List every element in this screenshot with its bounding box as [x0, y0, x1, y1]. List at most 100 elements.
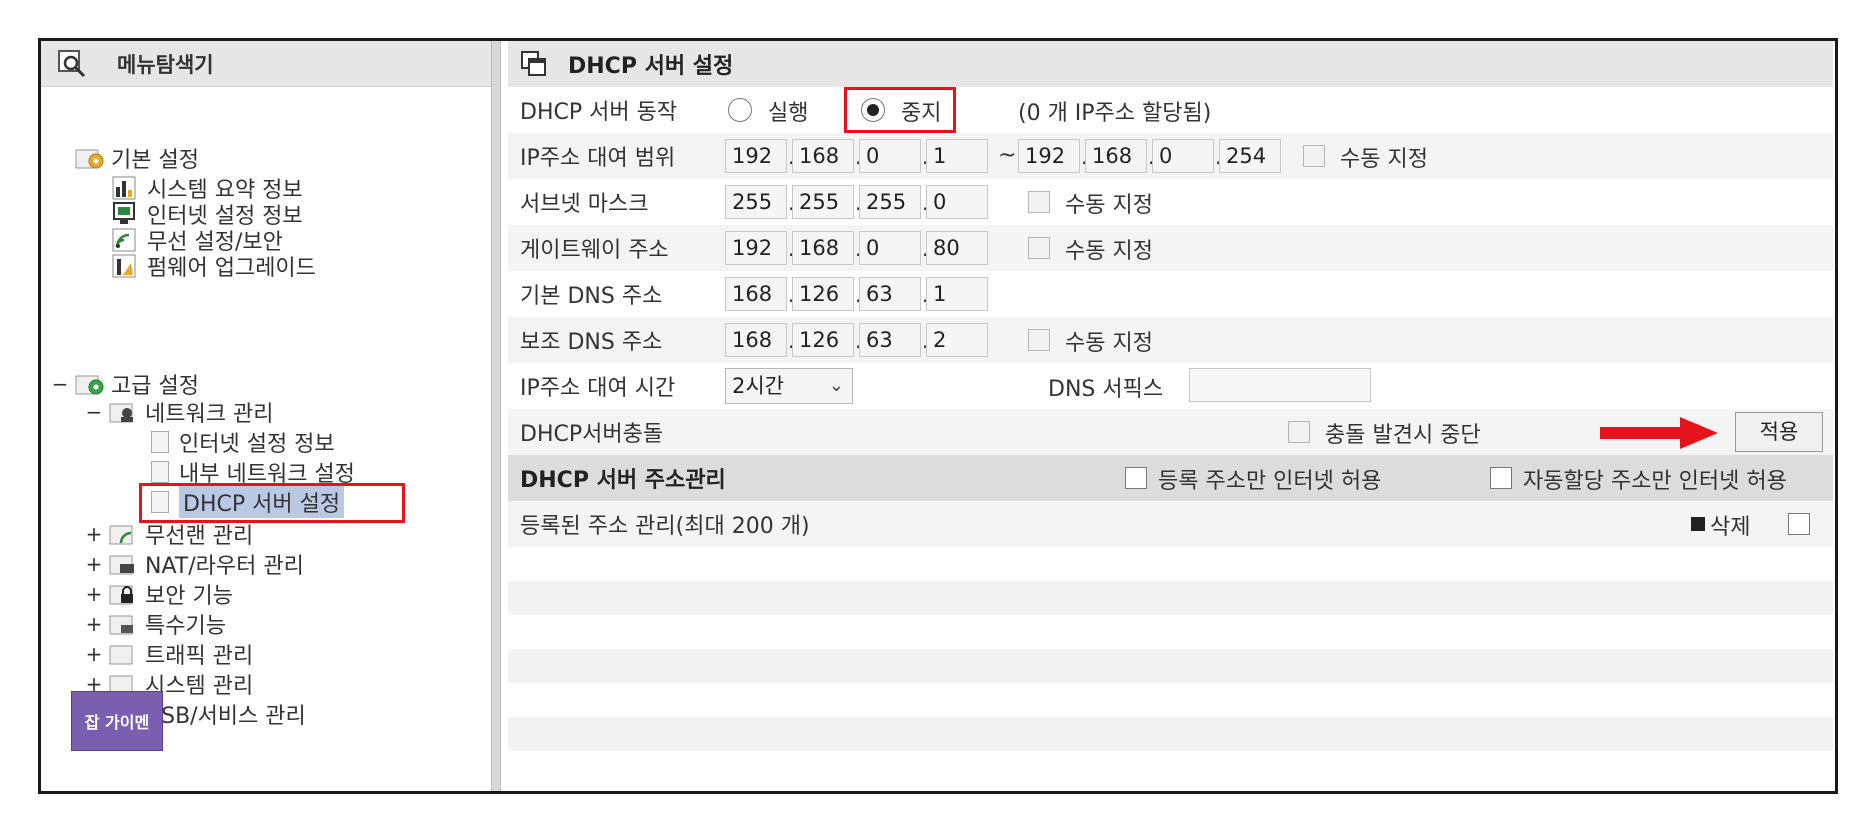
tree-basic-settings[interactable]: 기본 설정 [75, 143, 199, 173]
row-dhcp-conflict: DHCP서버충돌 충돌 발견시 중단 적용 [508, 409, 1833, 455]
list-item [508, 615, 1833, 649]
range-end-octet2[interactable]: 168 [1085, 139, 1147, 173]
tools-folder-icon [109, 615, 133, 635]
wireless-folder-icon [109, 525, 133, 545]
tree-firmware-upgrade[interactable]: 펌웨어 업그레이드 [111, 251, 316, 281]
menu-explorer-title: 메뉴탐색기 [117, 52, 214, 77]
expand-toggle[interactable]: + [85, 612, 103, 636]
page-title: DHCP 서버 설정 [568, 54, 734, 79]
tree-security[interactable]: + 보안 기능 [85, 579, 233, 609]
registered-only-checkbox[interactable] [1125, 467, 1147, 489]
range-end-octet3[interactable]: 0 [1152, 139, 1214, 173]
apply-button[interactable]: 적용 [1735, 412, 1823, 452]
gateway-octet1[interactable]: 192 [725, 231, 787, 265]
dns2-manual-label: 수동 지정 [1065, 331, 1153, 356]
registered-only-label: 등록 주소만 인터넷 허용 [1158, 469, 1382, 494]
dns1-octet2[interactable]: 126 [792, 277, 854, 311]
range-separator: ~ [998, 143, 1017, 168]
range-manual-checkbox[interactable] [1303, 145, 1325, 167]
gateway-octet3[interactable]: 0 [859, 231, 921, 265]
delete-all-checkbox[interactable] [1788, 513, 1810, 535]
conflict-stop-checkbox[interactable] [1288, 421, 1310, 443]
folder-settings-icon [75, 149, 104, 169]
subnet-manual-label: 수동 지정 [1065, 193, 1153, 218]
wireless-icon [112, 228, 136, 252]
dns-suffix-input[interactable] [1189, 368, 1371, 402]
dns2-manual-checkbox[interactable] [1028, 329, 1050, 351]
chart-icon [112, 176, 136, 200]
dns2-octet2[interactable]: 126 [792, 323, 854, 357]
gateway-octet2[interactable]: 168 [792, 231, 854, 265]
highlight-box [844, 87, 956, 133]
auto-only-label: 자동할당 주소만 인터넷 허용 [1523, 469, 1787, 494]
list-item [508, 717, 1833, 751]
delete-label: 삭제 [1710, 515, 1751, 540]
page-icon [151, 461, 169, 483]
radio-run[interactable] [728, 98, 752, 122]
radio-run-label: 실행 [768, 101, 809, 126]
row-gateway: 게이트웨이 주소 192 . 168 . 0 . 80 수동 지정 [508, 225, 1833, 271]
dns2-octet4[interactable]: 2 [926, 323, 988, 357]
monitor-icon [113, 202, 135, 224]
row-lease-time: IP주소 대여 시간 2시간 ⌄ DNS 서픽스 [508, 363, 1833, 409]
range-start-octet4[interactable]: 1 [926, 139, 988, 173]
row-lease-range: IP주소 대여 범위 192 . 168 . 0 . 1 ~ 192 . 168… [508, 133, 1833, 179]
collapse-toggle[interactable]: − [85, 400, 103, 424]
tree-internet-settings[interactable]: 인터넷 설정 정보 [151, 427, 335, 457]
row-secondary-dns: 보조 DNS 주소 168 . 126 . 63 . 2 수동 지정 [508, 317, 1833, 363]
tree-advanced-settings[interactable]: − 고급 설정 [51, 369, 199, 399]
window-icon [521, 51, 546, 76]
conflict-stop-label: 충돌 발견시 중단 [1325, 423, 1481, 448]
router-folder-icon [109, 555, 134, 575]
gateway-octet4[interactable]: 80 [926, 231, 988, 265]
tree-wireless-lan[interactable]: + 무선랜 관리 [85, 519, 254, 549]
red-arrow-icon [1600, 417, 1718, 449]
dns1-octet3[interactable]: 63 [859, 277, 921, 311]
dns2-octet1[interactable]: 168 [725, 323, 787, 357]
router-admin-window: 메뉴탐색기 기본 설정 시스템 요약 정보 인터넷 설정 정보 무선 설정/보안… [38, 38, 1838, 794]
range-manual-label: 수동 지정 [1340, 147, 1428, 172]
dns1-octet4[interactable]: 1 [926, 277, 988, 311]
collapse-toggle[interactable]: − [51, 372, 69, 396]
watermark-logo: 잡 가이멘 [71, 691, 163, 751]
dhcp-settings-panel: DHCP 서버 설정 DHCP 서버 동작 실행 중지 (0 개 IP주소 할당… [508, 41, 1833, 791]
subnet-octet1[interactable]: 255 [725, 185, 787, 219]
lease-status: (0 개 IP주소 할당됨) [1018, 101, 1212, 126]
delete-icon [1691, 517, 1705, 531]
lease-time-select[interactable]: 2시간 ⌄ [725, 368, 853, 404]
tree-network-management[interactable]: − 네트워크 관리 [85, 397, 274, 427]
dns-suffix-label: DNS 서픽스 [1048, 377, 1164, 402]
list-item [508, 649, 1833, 683]
lock-folder-icon [109, 585, 133, 605]
subnet-octet4[interactable]: 0 [926, 185, 988, 219]
firmware-icon [112, 254, 136, 278]
row-subnet-mask: 서브넷 마스크 255 . 255 . 255 . 0 수동 지정 [508, 179, 1833, 225]
highlight-box [139, 483, 405, 523]
auto-only-checkbox[interactable] [1490, 467, 1512, 489]
gateway-manual-checkbox[interactable] [1028, 237, 1050, 259]
range-start-octet2[interactable]: 168 [792, 139, 854, 173]
tree-special-functions[interactable]: + 특수기능 [85, 609, 226, 639]
tree-nat-router[interactable]: + NAT/라우터 관리 [85, 549, 304, 579]
pane-splitter[interactable] [491, 41, 501, 791]
range-end-octet4[interactable]: 254 [1219, 139, 1281, 173]
menu-explorer: 메뉴탐색기 기본 설정 시스템 요약 정보 인터넷 설정 정보 무선 설정/보안… [41, 41, 491, 791]
dns2-octet3[interactable]: 63 [859, 323, 921, 357]
expand-toggle[interactable]: + [85, 522, 103, 546]
subnet-octet2[interactable]: 255 [792, 185, 854, 219]
expand-toggle[interactable]: + [85, 582, 103, 606]
tree-traffic[interactable]: + 트래픽 관리 [85, 639, 254, 669]
subnet-octet3[interactable]: 255 [859, 185, 921, 219]
range-end-octet1[interactable]: 192 [1018, 139, 1080, 173]
expand-toggle[interactable]: + [85, 552, 103, 576]
range-start-octet3[interactable]: 0 [859, 139, 921, 173]
page-icon [151, 431, 169, 453]
expand-toggle[interactable]: + [85, 642, 103, 666]
list-item [508, 581, 1833, 615]
range-start-octet1[interactable]: 192 [725, 139, 787, 173]
row-registered-addresses: 등록된 주소 관리(최대 200 개) 삭제 [508, 501, 1833, 547]
subnet-manual-checkbox[interactable] [1028, 191, 1050, 213]
folder-settings-icon [75, 375, 104, 395]
dns1-octet1[interactable]: 168 [725, 277, 787, 311]
list-item [508, 751, 1833, 785]
